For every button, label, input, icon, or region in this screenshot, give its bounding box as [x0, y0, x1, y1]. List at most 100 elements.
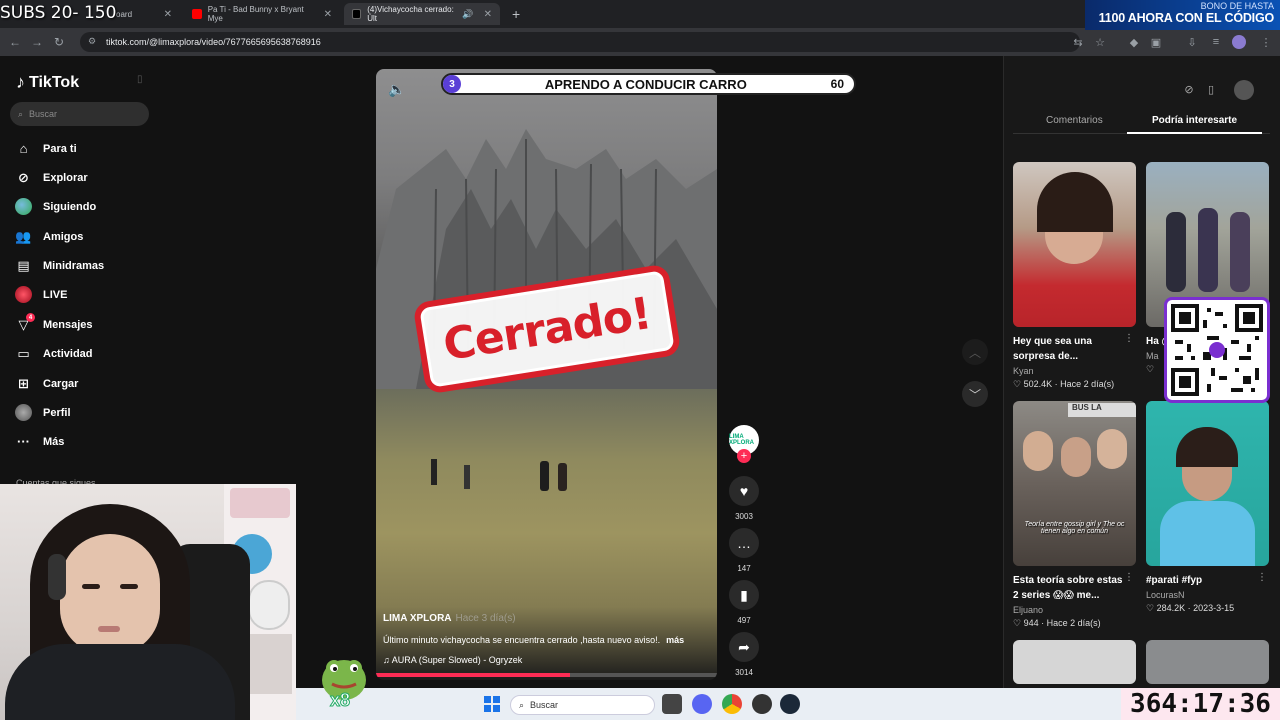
stream-timer: 364:17:36: [1121, 688, 1280, 720]
chrome-icon[interactable]: [722, 694, 742, 714]
video-thumbnail: BUS LA Teoría entre gossip girl y The oc…: [1013, 401, 1136, 566]
tab-suggested[interactable]: Podría interesarte: [1152, 115, 1237, 126]
suggested-video-thumbnail[interactable]: [1013, 640, 1136, 684]
sidebar-item-label: Mensajes: [43, 318, 93, 331]
collapse-sidebar-icon[interactable]: ▯: [137, 74, 143, 85]
bookmark-star-icon[interactable]: ☆: [1092, 34, 1108, 50]
puzzle-icon[interactable]: ▣: [1148, 34, 1164, 50]
video-music[interactable]: ♫ AURA (Super Slowed) - Ogryzek: [383, 655, 522, 665]
video-author[interactable]: LIMA XPLORA Hace 3 día(s): [383, 613, 516, 624]
follow-plus-icon[interactable]: +: [737, 449, 751, 463]
tab-comments[interactable]: Comentarios: [1046, 115, 1103, 126]
sidebar-item-live[interactable]: LIVE: [15, 286, 67, 303]
save-button[interactable]: ▮ 497: [729, 580, 759, 625]
sidebar-item-perfil[interactable]: Perfil: [15, 404, 71, 421]
following-avatar-icon: [15, 198, 32, 215]
discord-icon[interactable]: [692, 694, 712, 714]
url-text: tiktok.com/@limaxplora/video/76776656956…: [106, 37, 321, 47]
video-progress-fill: [376, 673, 571, 677]
more-link[interactable]: más: [666, 635, 684, 645]
sidebar-item-label: Más: [43, 435, 65, 448]
next-video-button[interactable]: ﹀: [962, 381, 988, 407]
tab-label: oard: [116, 9, 133, 19]
site-info-icon[interactable]: ⚙: [88, 36, 96, 47]
extension-icon[interactable]: ◆: [1126, 34, 1142, 50]
task-view-icon[interactable]: [662, 694, 682, 714]
windows-start-icon[interactable]: [484, 696, 500, 712]
suggested-video-card[interactable]: BUS LA Teoría entre gossip girl y The oc…: [1013, 401, 1136, 629]
forward-icon[interactable]: →: [26, 31, 48, 53]
speaker-icon[interactable]: 🔊: [462, 9, 473, 20]
close-tab-icon[interactable]: ✕: [484, 9, 492, 20]
previous-video-button[interactable]: ︿: [962, 339, 988, 365]
messages-icon: ▽ 4: [15, 313, 35, 333]
suggested-video-card[interactable]: #parati #fyp ⋮ LocurasN ♡ 284.2K · 2023-…: [1146, 401, 1269, 614]
tiktok-note-icon: ♪: [16, 72, 25, 92]
sidebar-item-mensajes[interactable]: ▽ 4 Mensajes: [15, 313, 93, 333]
new-tab-button[interactable]: +: [504, 3, 524, 25]
video-player[interactable]: Cerrado! 🔈 LIMA XPLORA Hace 3 día(s) Últi…: [376, 69, 717, 680]
description-text: Último minuto vichaycocha se encuentra c…: [383, 635, 661, 645]
sidebar-item-label: Actividad: [43, 347, 93, 360]
sidebar-item-actividad[interactable]: ▭ Actividad: [15, 345, 93, 362]
back-icon[interactable]: ←: [4, 31, 26, 53]
hiker: [540, 461, 549, 491]
browser-tab-2[interactable]: Pa Ti - Bad Bunny x Bryant Mye ✕: [184, 3, 340, 25]
user-avatar[interactable]: [1234, 80, 1254, 100]
obs-icon[interactable]: [752, 694, 772, 714]
card-user: Kyan: [1013, 366, 1034, 376]
more-options-icon[interactable]: ⋮: [1257, 572, 1267, 583]
reading-list-icon[interactable]: ≡: [1208, 34, 1224, 50]
music-title: AURA (Super Slowed) - Ogryzek: [391, 655, 523, 665]
logo-text: TikTok: [29, 73, 80, 91]
taskbar-search[interactable]: ⌕ Buscar: [510, 695, 655, 715]
sidebar-item-cargar[interactable]: ⊞ Cargar: [15, 375, 78, 392]
sidebar-item-explorar[interactable]: ⊘ Explorar: [15, 169, 88, 186]
active-tab-indicator: [1127, 132, 1262, 134]
video-thumbnail: [1013, 162, 1136, 327]
download-icon[interactable]: ⇩: [1184, 34, 1200, 50]
translate-icon[interactable]: ⇆: [1070, 34, 1086, 50]
url-field[interactable]: ⚙ tiktok.com/@limaxplora/video/767766569…: [80, 32, 1080, 52]
volume-icon[interactable]: 🔈: [388, 81, 405, 98]
steam-icon[interactable]: [780, 694, 800, 714]
tiktok-icon: [352, 9, 362, 19]
share-button[interactable]: ➦ 3014: [729, 632, 759, 677]
streamer-shirt: [5, 644, 235, 720]
comment-count: 147: [737, 564, 751, 573]
sidebar-item-minidramas[interactable]: ▤ Minidramas: [15, 257, 104, 274]
more-options-icon[interactable]: ⋮: [1124, 333, 1134, 344]
sidebar-item-siguiendo[interactable]: Siguiendo: [15, 198, 96, 215]
browser-tab-3[interactable]: (4)Vichaycocha cerrado: Últ 🔊 ✕: [344, 3, 500, 25]
comment-button[interactable]: … 147: [729, 528, 759, 573]
sidebar-item-para-ti[interactable]: ⌂ Para ti: [15, 140, 77, 157]
menu-icon[interactable]: ⋮: [1258, 34, 1274, 50]
suggested-video-thumbnail[interactable]: [1146, 640, 1269, 684]
sidebar-item-mas[interactable]: ··· Más: [15, 433, 64, 450]
share-icon: ➦: [729, 632, 759, 662]
reload-icon[interactable]: ↻: [48, 31, 70, 53]
search-input[interactable]: ⌕ Buscar: [10, 102, 149, 126]
sidebar-item-amigos[interactable]: 👥 Amigos: [15, 228, 83, 245]
qr-code-pattern: [1171, 304, 1263, 396]
more-options-icon[interactable]: ⋮: [1124, 572, 1134, 583]
sidebar-item-label: Cargar: [43, 377, 79, 390]
card-meta: ♡ 502.4K · Hace 2 día(s): [1013, 379, 1115, 389]
share-count: 3014: [735, 668, 753, 677]
more-icon: ···: [17, 434, 30, 449]
friends-icon: 👥: [15, 228, 32, 244]
profile-avatar[interactable]: [1232, 35, 1246, 49]
device-icon[interactable]: ▯: [1202, 80, 1220, 98]
search-icon: ⌕: [519, 699, 525, 710]
sidebar-item-label: Perfil: [43, 406, 71, 419]
hiker: [464, 465, 470, 489]
video-progress-bar[interactable]: [376, 673, 717, 677]
sidebar-item-label: Explorar: [43, 171, 88, 184]
goal-value: 60: [830, 77, 844, 91]
suggested-video-card[interactable]: Hey que sea una sorpresa de... ⋮ Kyan ♡ …: [1013, 162, 1136, 390]
close-tab-icon[interactable]: ✕: [164, 9, 172, 20]
like-button[interactable]: ♥ 3003: [729, 476, 759, 521]
tiktok-logo[interactable]: ♪ TikTok: [16, 72, 79, 93]
close-tab-icon[interactable]: ✕: [324, 9, 332, 20]
explore-icon[interactable]: ⊘: [1180, 80, 1198, 98]
